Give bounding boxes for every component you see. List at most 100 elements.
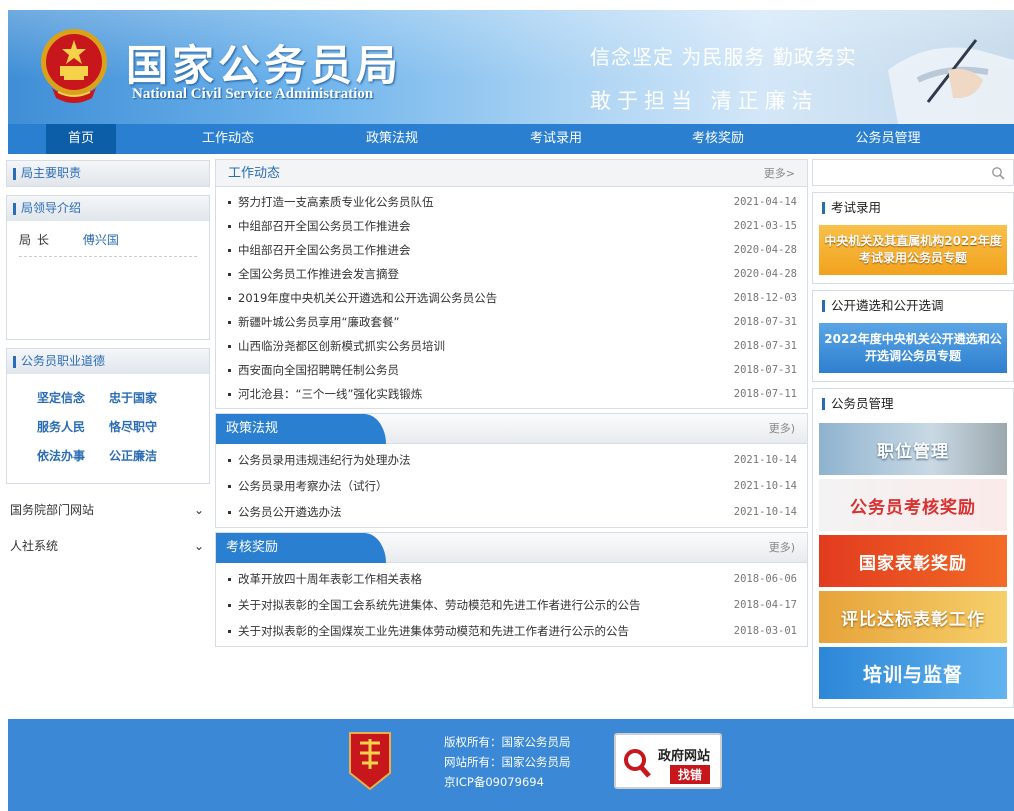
divider [19, 256, 197, 257]
ethics-box: 公务员职业道德 坚定信念 忠于国家 服务人民 恪尽职守 依法办事 公正廉洁 [6, 348, 210, 484]
policy-title[interactable]: 政策法规 [226, 414, 278, 444]
awards-list: 改革开放四十周年表彰工作相关表格 2018-06-06 关于对拟表彰的全国工会系统先… [216, 563, 807, 646]
news-item[interactable]: 山西临汾尧都区创新模式抓实公务员培训 2018-07-31 [216, 334, 807, 358]
assessment-award-banner[interactable]: 公务员考核奖励 [819, 479, 1007, 531]
news-title-link[interactable]: 2019年度中央机关公开遴选和公开选调公务员公告 [238, 291, 497, 305]
news-item[interactable]: 2019年度中央机关公开遴选和公开选调公务员公告 2018-12-03 [216, 286, 807, 310]
news-title-link[interactable]: 公务员录用考察办法（试行） [238, 479, 388, 493]
news-title-link[interactable]: 努力打造一支高素质专业化公务员队伍 [238, 195, 434, 209]
awards-title[interactable]: 考核奖励 [226, 533, 278, 563]
nav-home[interactable]: 首页 [46, 124, 116, 154]
awards-more-link[interactable]: 更多) [769, 533, 795, 563]
duties-box: 局主要职责 [6, 160, 210, 187]
nav-civil-servant-mgmt[interactable]: 公务员管理 [840, 124, 936, 154]
leader-title: 局长 [19, 233, 56, 247]
news-item[interactable]: 新疆叶城公务员享用“廉政套餐” 2018-07-31 [216, 310, 807, 334]
news-item[interactable]: 西安面向全国招聘聘任制公务员 2018-07-31 [216, 358, 807, 382]
writing-hand-image [888, 39, 1014, 124]
news-title-link[interactable]: 改革开放四十周年表彰工作相关表格 [238, 572, 422, 586]
ethics-item: 恪尽职守 [109, 420, 158, 434]
news-date: 2018-12-03 [733, 292, 797, 304]
news-title-link[interactable]: 中组部召开全国公务员工作推进会 [238, 243, 411, 257]
national-honor-banner[interactable]: 国家表彰奖励 [819, 535, 1007, 587]
news-item[interactable]: 全国公务员工作推进会发言摘登 2020-04-28 [216, 262, 807, 286]
dept-sites-dropdown[interactable]: 国务院部门网站 ⌄ [6, 492, 210, 528]
leader-name-link[interactable]: 傅兴国 [83, 233, 119, 247]
search-icon[interactable] [991, 166, 1005, 180]
news-item[interactable]: 公务员录用违规违纪行为处理办法 2021-10-14 [216, 447, 807, 473]
mgmt-heading[interactable]: 公务员管理 [813, 389, 1013, 419]
policy-more-link[interactable]: 更多) [769, 414, 795, 444]
news-title-link[interactable]: 全国公务员工作推进会发言摘登 [238, 267, 399, 281]
nav-awards[interactable]: 考核奖励 [678, 124, 758, 154]
news-item[interactable]: 关于对拟表彰的全国工会系统先进集体、劳动模范和先进工作者进行公示的公告 2018-… [216, 592, 807, 618]
news-item[interactable]: 河北沧县：“三个一线”强化实践锻炼 2018-07-11 [216, 382, 807, 406]
gov-error-report-button[interactable]: 政府网站 找错 [614, 733, 722, 789]
leaders-heading[interactable]: 局领导介绍 [7, 196, 209, 221]
hr-system-dropdown[interactable]: 人社系统 ⌄ [6, 528, 210, 564]
news-item[interactable]: 中组部召开全国公务员工作推进会 2021-03-15 [216, 214, 807, 238]
magnifier-icon [624, 749, 651, 778]
duties-link[interactable]: 局主要职责 [7, 161, 209, 186]
nav-policy[interactable]: 政策法规 [352, 124, 432, 154]
training-supervision-banner[interactable]: 培训与监督 [819, 647, 1007, 699]
site-footer: 版权所有：国家公务员局 网站所有：国家公务员局 京ICP备09079694 政府… [8, 719, 1014, 811]
news-date: 2021-10-14 [733, 506, 797, 518]
news-title-link[interactable]: 关于对拟表彰的全国煤炭工业先进集体劳动模范和先进工作者进行公示的公告 [238, 624, 629, 638]
news-date: 2018-03-01 [733, 625, 797, 637]
icp-link[interactable]: 京ICP备09079694 [444, 774, 544, 790]
site-title-en: National Civil Service Administration [132, 86, 374, 102]
news-title-link[interactable]: 公务员公开遴选办法 [238, 505, 342, 519]
work-news-title[interactable]: 工作动态 [228, 160, 280, 187]
chevron-down-icon: ⌄ [193, 539, 204, 553]
ethics-item: 坚定信念 [37, 391, 86, 405]
gov-sub-label: 找错 [670, 765, 711, 784]
search-input[interactable] [812, 159, 1014, 186]
copyright-text: 版权所有：国家公务员局 [444, 735, 571, 749]
right-column: 考试录用 中央机关及其直属机构2022年度考试录用公务员专题 公开遴选和公开选调… [812, 159, 1014, 714]
ethics-item: 公正廉洁 [109, 449, 158, 463]
news-date: 2020-04-28 [733, 244, 797, 256]
ethics-heading: 公务员职业道德 [7, 349, 209, 374]
news-item[interactable]: 中组部召开全国公务员工作推进会 2020-04-28 [216, 238, 807, 262]
select-banner[interactable]: 2022年度中央机关公开遴选和公开选调公务员专题 [819, 323, 1007, 373]
work-news-more-link[interactable]: 更多> [764, 160, 795, 187]
nav-exam[interactable]: 考试录用 [516, 124, 596, 154]
policy-list: 公务员录用违规违纪行为处理办法 2021-10-14 公务员录用考察办法（试行） 20… [216, 444, 807, 527]
news-title-link[interactable]: 河北沧县：“三个一线”强化实践锻炼 [238, 387, 422, 401]
hr-system-label: 人社系统 [10, 539, 59, 553]
slogan-line2: 敢于担当 清正廉洁 [590, 89, 819, 113]
slogan-line1: 信念坚定 为民服务 勤政务实 [590, 45, 857, 69]
news-date: 2018-07-31 [733, 340, 797, 352]
exam-banner[interactable]: 中央机关及其直属机构2022年度考试录用公务员专题 [819, 225, 1007, 275]
news-item[interactable]: 改革开放四十周年表彰工作相关表格 2018-06-06 [216, 566, 807, 592]
news-title-link[interactable]: 新疆叶城公务员享用“廉政套餐” [238, 315, 399, 329]
select-box: 公开遴选和公开选调 2022年度中央机关公开遴选和公开选调公务员专题 [812, 290, 1014, 382]
ethics-item: 服务人民 [37, 420, 86, 434]
middle-column: 工作动态 更多> 努力打造一支高素质专业化公务员队伍 2021-04-14 中组部召… [215, 159, 808, 651]
news-date: 2018-06-06 [733, 573, 797, 585]
gov-label: 政府网站 [658, 749, 711, 764]
exam-heading[interactable]: 考试录用 [813, 193, 1013, 223]
left-column: 局主要职责 局领导介绍 局长 傅兴国 公务员职业道德 坚定信念 忠于国家 服务人民… [6, 160, 210, 564]
awards-box: 考核奖励 更多) 改革开放四十周年表彰工作相关表格 2018-06-06 关于对拟表… [215, 532, 808, 647]
news-title-link[interactable]: 西安面向全国招聘聘任制公务员 [238, 363, 399, 377]
news-title-link[interactable]: 关于对拟表彰的全国工会系统先进集体、劳动模范和先进工作者进行公示的公告 [238, 598, 641, 612]
select-heading[interactable]: 公开遴选和公开选调 [813, 291, 1013, 321]
leader-row: 局长 傅兴国 [7, 221, 209, 339]
news-title-link[interactable]: 公务员录用违规违纪行为处理办法 [238, 453, 411, 467]
news-item[interactable]: 关于对拟表彰的全国煤炭工业先进集体劳动模范和先进工作者进行公示的公告 2018-0… [216, 618, 807, 644]
policy-box: 政策法规 更多) 公务员录用违规违纪行为处理办法 2021-10-14 公务员录用考… [215, 413, 808, 528]
nav-work-news[interactable]: 工作动态 [188, 124, 268, 154]
evaluation-award-banner[interactable]: 评比达标表彰工作 [819, 591, 1007, 643]
news-item[interactable]: 公务员录用考察办法（试行） 2021-10-14 [216, 473, 807, 499]
news-item[interactable]: 公务员公开遴选办法 2021-10-14 [216, 499, 807, 525]
news-title-link[interactable]: 中组部召开全国公务员工作推进会 [238, 219, 411, 233]
news-date: 2021-10-14 [733, 454, 797, 466]
news-item[interactable]: 努力打造一支高素质专业化公务员队伍 2021-04-14 [216, 190, 807, 214]
position-mgmt-banner[interactable]: 职位管理 [819, 423, 1007, 475]
news-title-link[interactable]: 山西临汾尧都区创新模式抓实公务员培训 [238, 339, 445, 353]
party-gov-badge-icon[interactable] [346, 729, 394, 791]
dept-sites-label: 国务院部门网站 [10, 503, 95, 517]
ethics-row: 坚定信念 忠于国家 [37, 384, 209, 413]
